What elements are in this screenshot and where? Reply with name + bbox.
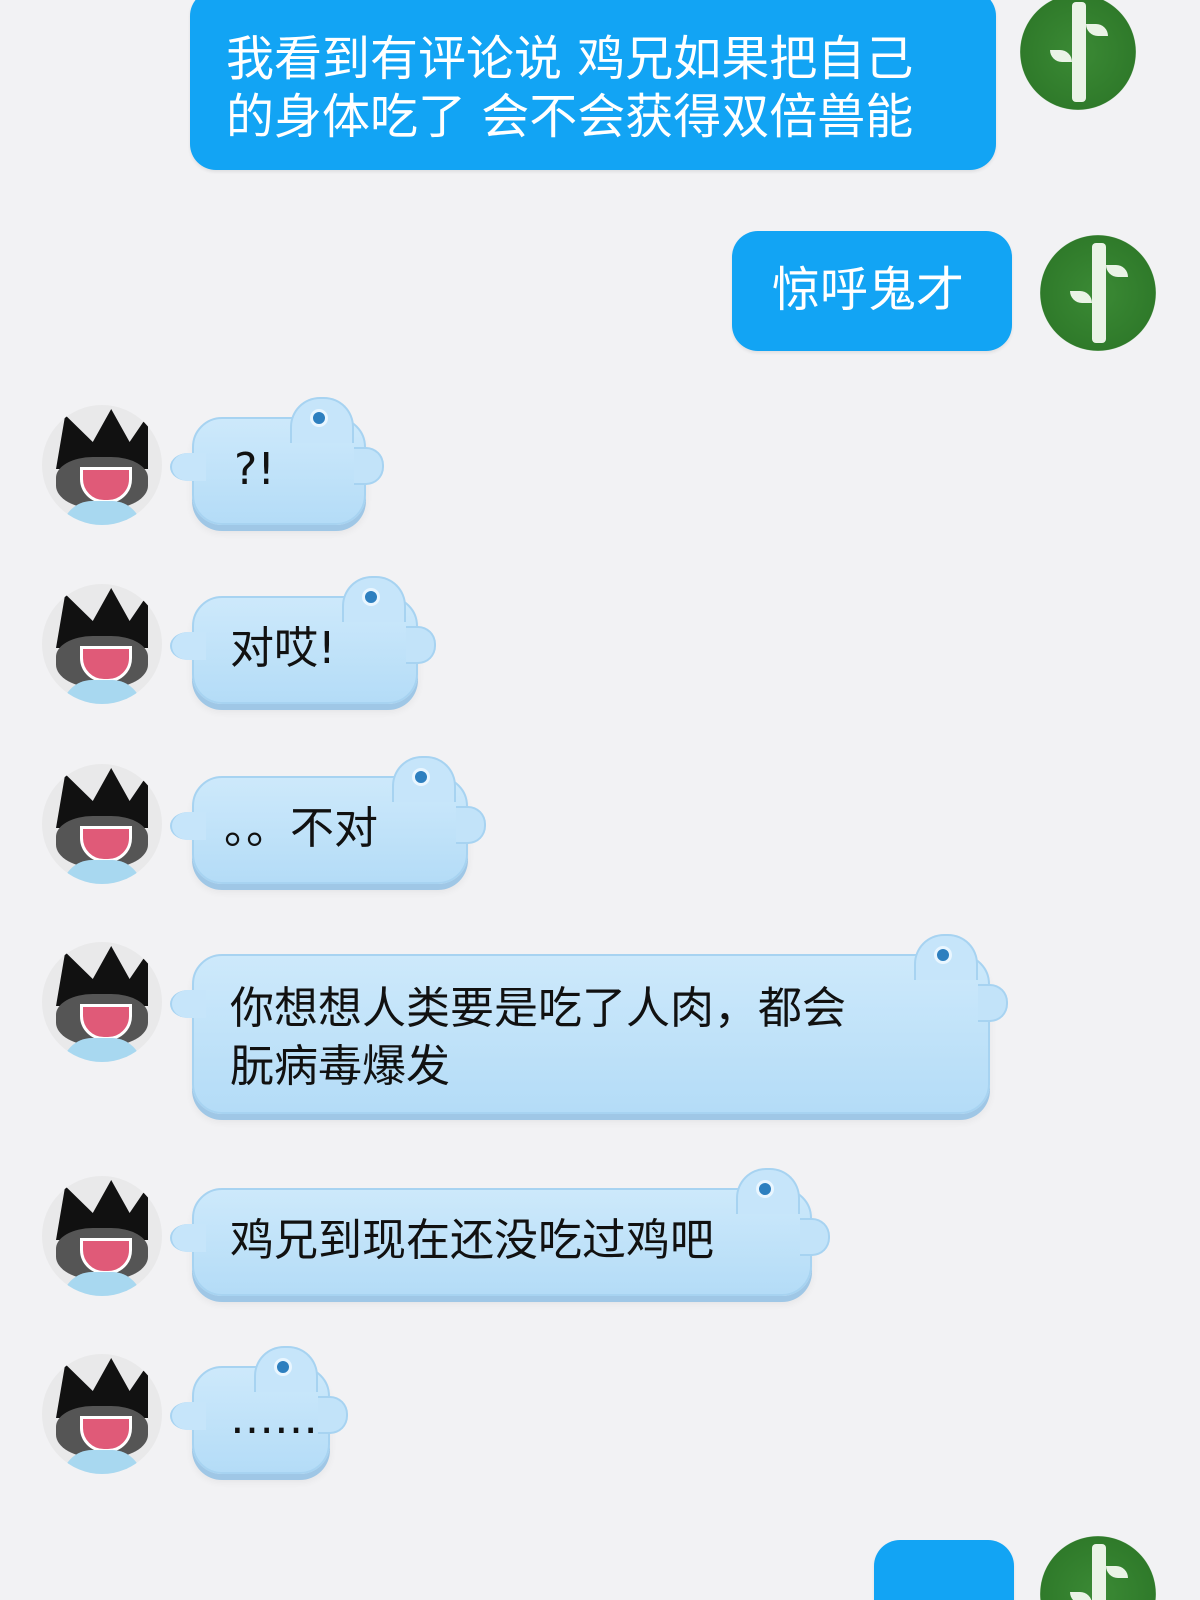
other-message-bubble[interactable]: 对哎! — [170, 576, 436, 704]
other-message-bubble[interactable]: …… — [170, 1346, 348, 1474]
chat-thread: 我看到有评论说 鸡兄如果把自己 的身体吃了 会不会获得双倍兽能 惊呼鬼才 ?! — [0, 0, 1200, 1600]
message-row: 惊呼鬼才 — [0, 225, 1200, 351]
black-hat-character-avatar[interactable] — [42, 405, 162, 525]
black-hat-character-avatar[interactable] — [42, 1176, 162, 1296]
message-row: ?! — [0, 397, 1200, 535]
other-message-bubble[interactable]: 你想想人类要是吃了人肉，都会 朊病毒爆发 — [170, 934, 1008, 1114]
message-row: 我看到有评论说 鸡兄如果把自己 的身体吃了 会不会获得双倍兽能 — [0, 0, 1200, 175]
black-hat-character-avatar[interactable] — [42, 764, 162, 884]
bubble-eye-icon — [362, 588, 380, 606]
bamboo-icon — [1092, 1544, 1106, 1600]
message-text: ?! — [234, 444, 275, 495]
message-row: 。。不对 — [0, 756, 1200, 894]
bamboo-avatar[interactable] — [1020, 0, 1136, 110]
message-row: 你想想人类要是吃了人肉，都会 朊病毒爆发 — [0, 934, 1200, 1132]
message-text: 我看到有评论说 鸡兄如果把自己 的身体吃了 会不会获得双倍兽能 — [226, 31, 914, 145]
other-message-bubble[interactable]: 。。不对 — [170, 756, 486, 884]
bamboo-icon — [1072, 2, 1086, 102]
bubble-eye-icon — [934, 946, 952, 964]
bamboo-icon — [1092, 243, 1106, 343]
message-row: 鸡兄到现在还没吃过鸡吧 — [0, 1168, 1200, 1306]
bubble-eye-icon — [412, 768, 430, 786]
bubble-eye-icon — [274, 1358, 292, 1376]
black-hat-character-avatar[interactable] — [42, 942, 162, 1062]
message-text: 惊呼鬼才 — [772, 262, 965, 318]
message-text: 你想想人类要是吃了人肉，都会 朊病毒爆发 — [230, 983, 846, 1092]
bubble-eye-icon — [310, 409, 328, 427]
message-text: …… — [230, 1393, 318, 1444]
message-text: 。。不对 — [224, 803, 378, 854]
black-hat-character-avatar[interactable] — [42, 584, 162, 704]
message-row — [0, 1530, 1200, 1600]
bamboo-avatar[interactable] — [1040, 1536, 1156, 1600]
other-message-bubble[interactable]: ?! — [170, 397, 384, 525]
message-row: 对哎! — [0, 576, 1200, 714]
message-text: 对哎! — [230, 623, 336, 674]
bubble-eye-icon — [756, 1180, 774, 1198]
self-message-bubble[interactable] — [874, 1540, 1014, 1600]
black-hat-character-avatar[interactable] — [42, 1354, 162, 1474]
self-message-bubble[interactable]: 惊呼鬼才 — [732, 231, 1012, 351]
message-row: …… — [0, 1346, 1200, 1484]
bamboo-avatar[interactable] — [1040, 235, 1156, 351]
other-message-bubble[interactable]: 鸡兄到现在还没吃过鸡吧 — [170, 1168, 830, 1296]
message-text: 鸡兄到现在还没吃过鸡吧 — [230, 1215, 714, 1266]
self-message-bubble[interactable]: 我看到有评论说 鸡兄如果把自己 的身体吃了 会不会获得双倍兽能 — [190, 0, 996, 170]
